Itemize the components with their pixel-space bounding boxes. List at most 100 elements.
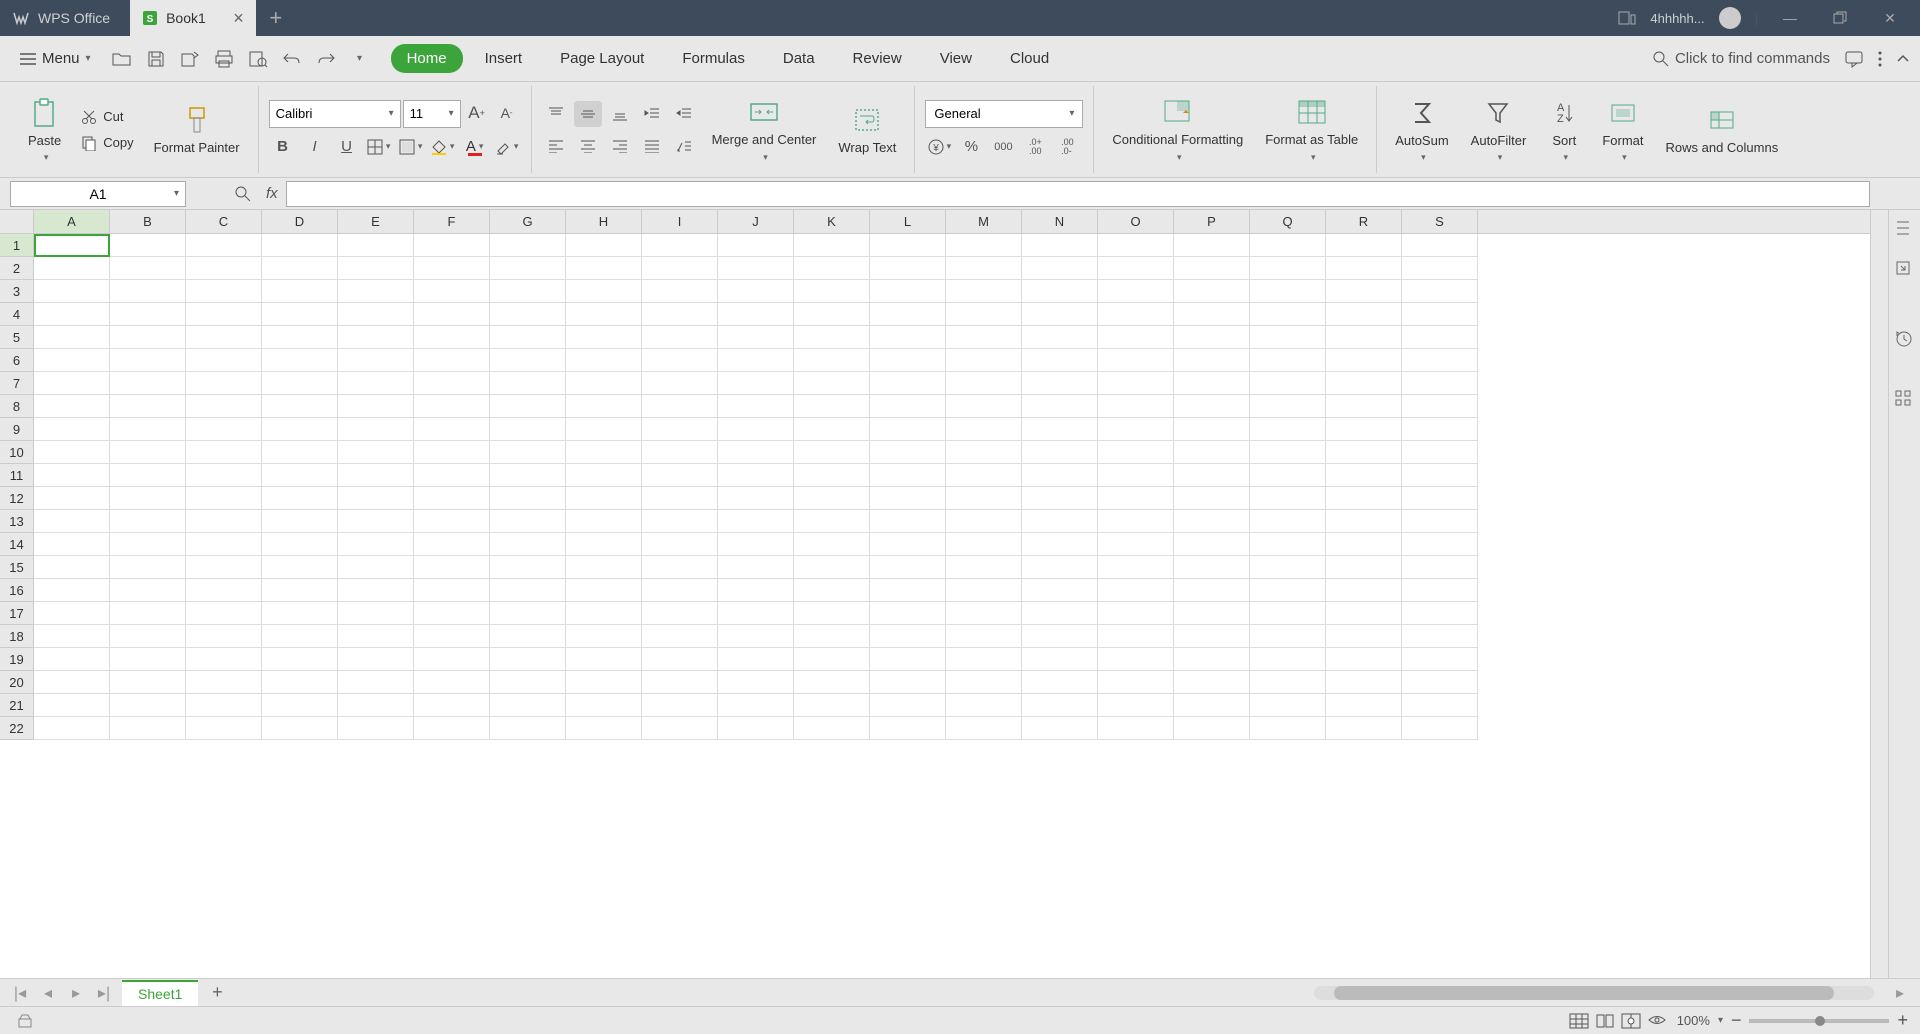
cell-C7[interactable] xyxy=(186,372,262,395)
cell-P13[interactable] xyxy=(1174,510,1250,533)
saveas-icon[interactable] xyxy=(179,48,201,70)
cell-D22[interactable] xyxy=(262,717,338,740)
cell-I2[interactable] xyxy=(642,257,718,280)
cell-L13[interactable] xyxy=(870,510,946,533)
cell-O14[interactable] xyxy=(1098,533,1174,556)
cell-D17[interactable] xyxy=(262,602,338,625)
cell-P22[interactable] xyxy=(1174,717,1250,740)
cell-C1[interactable] xyxy=(186,234,262,257)
cell-C10[interactable] xyxy=(186,441,262,464)
cell-Q16[interactable] xyxy=(1250,579,1326,602)
cell-L16[interactable] xyxy=(870,579,946,602)
cell-F3[interactable] xyxy=(414,280,490,303)
cell-C17[interactable] xyxy=(186,602,262,625)
cell-J10[interactable] xyxy=(718,441,794,464)
cell-B5[interactable] xyxy=(110,326,186,349)
column-header-O[interactable]: O xyxy=(1098,210,1174,233)
cell-C2[interactable] xyxy=(186,257,262,280)
fx-label[interactable]: fx xyxy=(266,185,278,202)
cell-K21[interactable] xyxy=(794,694,870,717)
tab-view[interactable]: View xyxy=(924,44,988,73)
wrap-text-button[interactable]: Wrap Text xyxy=(830,86,904,174)
row-header-18[interactable]: 18 xyxy=(0,625,34,648)
cell-A13[interactable] xyxy=(34,510,110,533)
cell-L18[interactable] xyxy=(870,625,946,648)
cell-G4[interactable] xyxy=(490,303,566,326)
cell-F2[interactable] xyxy=(414,257,490,280)
cell-E21[interactable] xyxy=(338,694,414,717)
cell-O16[interactable] xyxy=(1098,579,1174,602)
cell-F15[interactable] xyxy=(414,556,490,579)
cell-G17[interactable] xyxy=(490,602,566,625)
cell-J17[interactable] xyxy=(718,602,794,625)
cell-P16[interactable] xyxy=(1174,579,1250,602)
qat-more-icon[interactable]: ▾ xyxy=(349,48,371,70)
font-color-button[interactable]: A xyxy=(461,134,489,160)
cell-N9[interactable] xyxy=(1022,418,1098,441)
cell-J19[interactable] xyxy=(718,648,794,671)
cell-D4[interactable] xyxy=(262,303,338,326)
hscroll-right-icon[interactable]: ▸ xyxy=(1890,983,1910,1003)
cell-B12[interactable] xyxy=(110,487,186,510)
cell-K4[interactable] xyxy=(794,303,870,326)
expand-icon[interactable] xyxy=(1895,260,1915,280)
cell-C19[interactable] xyxy=(186,648,262,671)
cell-R10[interactable] xyxy=(1326,441,1402,464)
cell-F16[interactable] xyxy=(414,579,490,602)
row-header-15[interactable]: 15 xyxy=(0,556,34,579)
cell-H21[interactable] xyxy=(566,694,642,717)
cell-N10[interactable] xyxy=(1022,441,1098,464)
cell-M10[interactable] xyxy=(946,441,1022,464)
column-header-K[interactable]: K xyxy=(794,210,870,233)
cell-H11[interactable] xyxy=(566,464,642,487)
cell-I19[interactable] xyxy=(642,648,718,671)
cell-B15[interactable] xyxy=(110,556,186,579)
cell-E11[interactable] xyxy=(338,464,414,487)
row-header-14[interactable]: 14 xyxy=(0,533,34,556)
cell-E19[interactable] xyxy=(338,648,414,671)
sheet-add-button[interactable]: + xyxy=(206,982,228,1003)
cell-F18[interactable] xyxy=(414,625,490,648)
cell-G13[interactable] xyxy=(490,510,566,533)
cell-C16[interactable] xyxy=(186,579,262,602)
cell-N6[interactable] xyxy=(1022,349,1098,372)
cell-D8[interactable] xyxy=(262,395,338,418)
cell-G21[interactable] xyxy=(490,694,566,717)
cell-S12[interactable] xyxy=(1402,487,1478,510)
cell-B17[interactable] xyxy=(110,602,186,625)
cell-D6[interactable] xyxy=(262,349,338,372)
cell-K22[interactable] xyxy=(794,717,870,740)
cell-A7[interactable] xyxy=(34,372,110,395)
cell-D13[interactable] xyxy=(262,510,338,533)
cell-M11[interactable] xyxy=(946,464,1022,487)
cell-H5[interactable] xyxy=(566,326,642,349)
cell-B22[interactable] xyxy=(110,717,186,740)
cell-M17[interactable] xyxy=(946,602,1022,625)
cell-B18[interactable] xyxy=(110,625,186,648)
column-header-B[interactable]: B xyxy=(110,210,186,233)
row-header-4[interactable]: 4 xyxy=(0,303,34,326)
cell-S20[interactable] xyxy=(1402,671,1478,694)
cell-F9[interactable] xyxy=(414,418,490,441)
cell-H2[interactable] xyxy=(566,257,642,280)
cell-Q7[interactable] xyxy=(1250,372,1326,395)
cell-A10[interactable] xyxy=(34,441,110,464)
horizontal-scrollbar[interactable] xyxy=(1314,986,1874,1000)
cell-S4[interactable] xyxy=(1402,303,1478,326)
cell-B11[interactable] xyxy=(110,464,186,487)
zoom-thumb[interactable] xyxy=(1815,1016,1825,1026)
cell-I9[interactable] xyxy=(642,418,718,441)
cell-P7[interactable] xyxy=(1174,372,1250,395)
cell-E7[interactable] xyxy=(338,372,414,395)
column-header-G[interactable]: G xyxy=(490,210,566,233)
cell-P20[interactable] xyxy=(1174,671,1250,694)
cell-N12[interactable] xyxy=(1022,487,1098,510)
cell-F8[interactable] xyxy=(414,395,490,418)
tab-close-icon[interactable]: × xyxy=(233,8,244,29)
cell-H8[interactable] xyxy=(566,395,642,418)
cell-Q1[interactable] xyxy=(1250,234,1326,257)
column-header-Q[interactable]: Q xyxy=(1250,210,1326,233)
cell-C8[interactable] xyxy=(186,395,262,418)
cell-B9[interactable] xyxy=(110,418,186,441)
format-button[interactable]: Format xyxy=(1594,86,1651,174)
